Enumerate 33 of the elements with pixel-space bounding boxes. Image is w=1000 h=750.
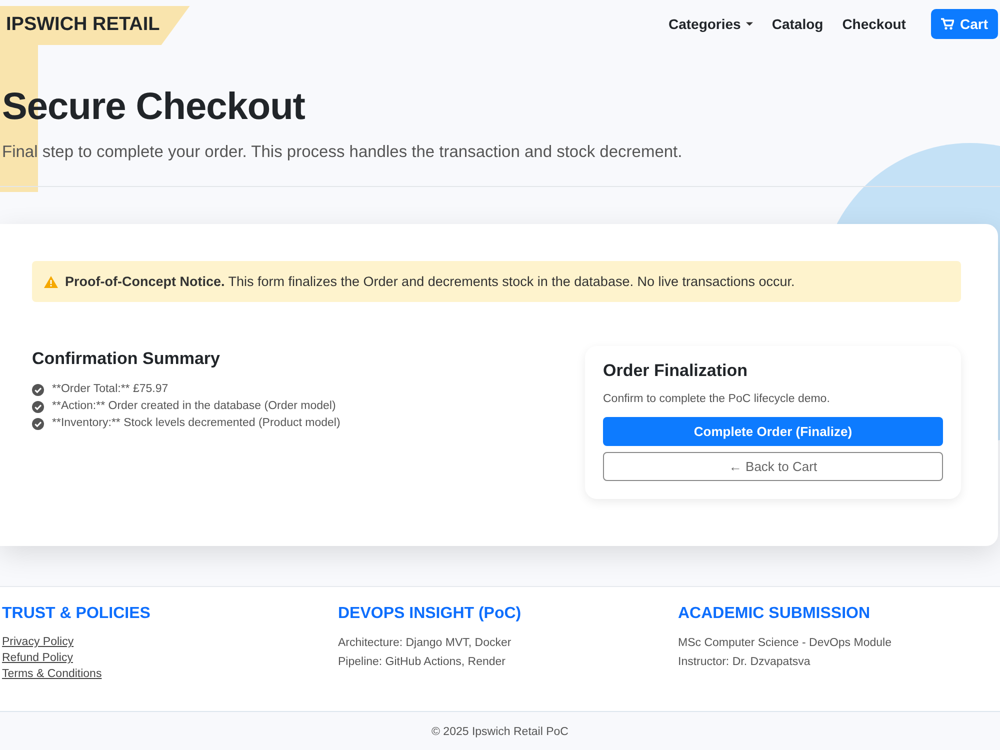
footer-link[interactable]: Refund Policy	[2, 650, 338, 666]
warning-icon	[44, 276, 58, 288]
categories-dropdown[interactable]: Categories	[668, 16, 753, 32]
check-circle-icon	[32, 384, 44, 396]
footer-heading: ACADEMIC SUBMISSION	[678, 605, 872, 623]
nav-link[interactable]: Catalog	[772, 16, 824, 32]
footer-link[interactable]: Privacy Policy	[2, 634, 338, 650]
summary-title: Confirmation Summary	[32, 349, 221, 369]
footer-heading: DEVOPS INSIGHT (PoC)	[338, 605, 522, 623]
footer-text: MSc Computer Science - DevOps Module	[678, 636, 892, 651]
footer-heading: TRUST & POLICIES	[2, 605, 152, 623]
notice-text: Proof-of-Concept Notice. This form finalizes the Order and decrements stock in the database. No live transactions occur.	[65, 274, 795, 289]
cart-button[interactable]: Cart	[930, 9, 998, 39]
panel-title: Order Finalization	[603, 361, 749, 381]
footer-text: Instructor: Dr. Dzvapatsva	[678, 655, 812, 670]
copyright-text: © 2025 Ipswich Retail PoC	[432, 726, 568, 738]
back-to-cart-button[interactable]: ← Back to Cart	[603, 452, 943, 481]
complete-order-button[interactable]: Complete Order (Finalize)	[603, 417, 943, 446]
cart-icon	[940, 18, 954, 30]
caret-icon	[746, 22, 753, 26]
brand-logo[interactable]: IPSWICH RETAIL	[0, 6, 190, 45]
summary-item: **Order Total:** £75.97	[52, 382, 168, 397]
nav-link[interactable]: Checkout	[842, 16, 906, 32]
footer-link[interactable]: Terms & Conditions	[2, 666, 338, 682]
summary-item: **Action:** Order created in the database (Order model)	[52, 399, 336, 414]
summary-item: **Inventory:** Stock levels decremented (Product model)	[52, 416, 340, 431]
check-circle-icon	[32, 418, 44, 430]
page-subtitle: Final step to complete your order. This process handles the transaction and stock decrement.	[2, 143, 684, 162]
footer-text: Pipeline: GitHub Actions, Render	[338, 655, 506, 670]
check-circle-icon	[32, 400, 44, 412]
panel-text: Confirm to complete the PoC lifecycle demo.	[603, 393, 831, 405]
footer-text: Architecture: Django MVT, Docker	[338, 636, 512, 651]
page-title: Secure Checkout	[2, 86, 306, 129]
